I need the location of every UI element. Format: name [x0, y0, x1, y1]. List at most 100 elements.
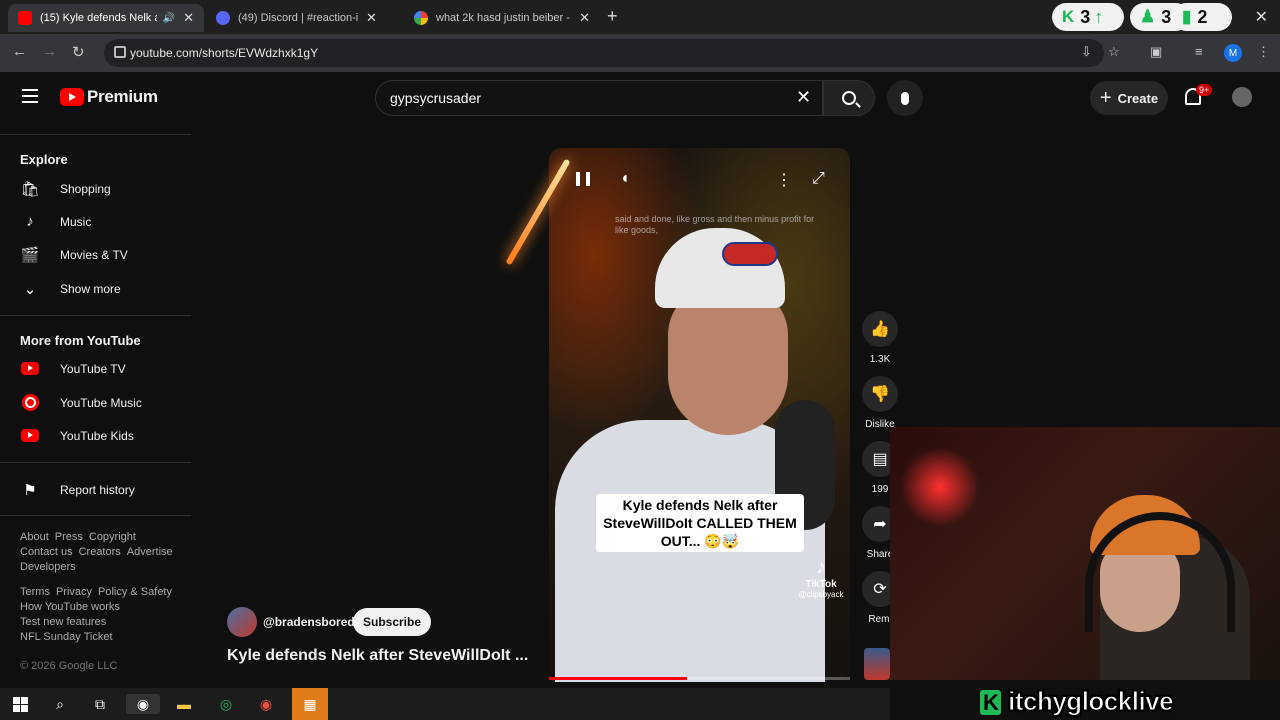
speaker-icon[interactable]: 🔊 [163, 13, 175, 24]
footer-link-advertise[interactable]: Advertise [127, 546, 173, 558]
sidebar-item-show-more[interactable]: ⌄ Show more [0, 272, 192, 305]
new-tab-button[interactable]: + [607, 6, 618, 27]
pill-value: 2 [1197, 6, 1208, 27]
tab-discord[interactable]: (49) Discord | #reaction-itchy | ✕ [206, 4, 402, 32]
footer-link-terms[interactable]: Terms [20, 586, 50, 598]
bar-chart-icon: ▮ [1182, 7, 1192, 26]
back-arrow-icon[interactable]: ← [12, 43, 27, 60]
voice-search-button[interactable] [887, 80, 923, 116]
sidebar-item-youtube-music[interactable]: YouTube Music [0, 386, 192, 419]
profile-avatar[interactable]: M [1224, 44, 1242, 62]
bookmark-star-icon[interactable]: ☆ [1108, 44, 1120, 60]
url-input[interactable]: youtube.com/shorts/EVWdzhxk1gY [104, 39, 1104, 67]
reload-icon[interactable]: ↻ [72, 43, 85, 61]
tab-title: (49) Discord | #reaction-itchy | [238, 12, 358, 24]
sidebar-item-movies-tv[interactable]: 🎬 Movies & TV [0, 238, 192, 271]
hamburger-menu-icon[interactable] [22, 89, 38, 103]
footer-link-about[interactable]: About [20, 531, 49, 543]
footer-link-press[interactable]: Press [55, 531, 83, 543]
like-count: 1.3K [869, 354, 891, 365]
volume-icon[interactable]: ◖ [620, 170, 630, 188]
footer-links: Contact us Creators Advertise [20, 546, 179, 558]
sidebar-item-label: Shopping [60, 181, 111, 196]
footer-link-contact[interactable]: Contact us [20, 546, 73, 558]
kick-logo-icon: K [980, 690, 1002, 715]
plus-icon: + [1099, 86, 1112, 109]
task-view-icon[interactable]: ⧉ [90, 694, 110, 714]
install-icon[interactable]: ⇩ [1081, 44, 1092, 60]
windows-start-icon[interactable] [10, 694, 30, 714]
create-button[interactable]: + Create [1090, 81, 1168, 115]
footer-link-nfl[interactable]: NFL Sunday Ticket [20, 631, 113, 643]
search-input[interactable]: gypsycrusader [375, 80, 823, 116]
comment-icon: ▤ [872, 451, 888, 468]
arrow-up-icon: ↑ [1094, 6, 1104, 27]
subtitle-text: said and done, like gross and then minus… [615, 214, 815, 235]
obs-icon[interactable]: ◉ [256, 694, 276, 714]
footer-link-test-features[interactable]: Test new features [20, 616, 106, 628]
footer-link-creators[interactable]: Creators [79, 546, 121, 558]
share-arrow-icon: ➦ [873, 516, 887, 533]
dislike-button[interactable]: 👎 [862, 376, 898, 412]
video-progress-bar[interactable] [549, 677, 850, 680]
footer-link-copyright[interactable]: Copyright [89, 531, 136, 543]
window-close-icon[interactable]: ✕ [1255, 7, 1268, 27]
more-options-icon[interactable]: ⋮ [776, 170, 792, 190]
close-tab-icon[interactable]: ✕ [183, 10, 194, 26]
site-info-icon[interactable] [114, 46, 126, 58]
sidebar-item-youtube-tv[interactable]: YouTube TV [0, 352, 192, 385]
pill-value: 3 [1080, 6, 1091, 27]
search-button[interactable] [823, 80, 875, 116]
tab-youtube[interactable]: (15) Kyle defends Nelk after 🔊 ✕ [8, 4, 204, 32]
sound-thumbnail[interactable] [864, 648, 890, 680]
youtube-logo[interactable]: Premium [60, 87, 158, 107]
sidebar: Explore 🛍 Shopping ♪ Music 🎬 Movies & TV… [0, 122, 192, 682]
short-title[interactable]: Kyle defends Nelk after SteveWillDoIt ..… [227, 647, 528, 665]
viewers-counter-pill: ▮ 2 [1172, 3, 1232, 31]
tiktok-name: TikTok [805, 579, 837, 590]
channel-avatar[interactable] [227, 607, 257, 637]
chrome-icon[interactable]: ◉ [126, 694, 160, 714]
address-bar: ← → ↻ youtube.com/shorts/EVWdzhxk1gY ⇩ ☆… [0, 34, 1280, 72]
screen: (15) Kyle defends Nelk after 🔊 ✕ (49) Di… [0, 0, 1280, 720]
footer-link-privacy[interactable]: Privacy [56, 586, 92, 598]
sidebar-item-label: Report history [60, 482, 135, 497]
extensions-icon[interactable]: ▣ [1150, 44, 1162, 60]
sidebar-item-youtube-kids[interactable]: YouTube Kids [0, 419, 192, 452]
file-explorer-icon[interactable]: ▬ [174, 694, 194, 714]
spotify-icon[interactable]: ◎ [216, 694, 236, 714]
close-tab-icon[interactable]: ✕ [579, 10, 590, 26]
sidebar-item-shopping[interactable]: 🛍 Shopping [0, 172, 192, 205]
chevron-down-icon: ⌄ [23, 280, 37, 298]
sidebar-item-music[interactable]: ♪ Music [0, 205, 192, 238]
minecraft-icon[interactable]: ▦ [292, 688, 328, 720]
footer-link-policy[interactable]: Policy & Safety [98, 586, 172, 598]
sidebar-item-label: YouTube Music [60, 395, 142, 410]
fullscreen-icon[interactable]: ⤢ [812, 170, 825, 188]
youtube-tv-icon [20, 359, 40, 379]
account-avatar[interactable] [1232, 87, 1252, 107]
youtube-header: Premium gypsycrusader ✕ + Create 9+ [0, 72, 1280, 122]
url-text: youtube.com/shorts/EVWdzhxk1gY [130, 46, 319, 60]
cap-logo [722, 242, 778, 266]
like-button[interactable]: 👍 [862, 311, 898, 347]
footer-link-how-youtube-works[interactable]: How YouTube works [20, 601, 120, 613]
forward-arrow-icon[interactable]: → [42, 43, 57, 60]
search-icon[interactable]: ⌕ [50, 694, 70, 714]
video-caption: Kyle defends Nelk after SteveWillDoIt CA… [596, 494, 804, 552]
pause-icon[interactable] [576, 172, 590, 186]
clear-search-icon[interactable]: ✕ [796, 87, 811, 108]
browser-menu-icon[interactable]: ⋮ [1257, 44, 1270, 60]
tab-google[interactable]: what 2k hasd justin beiber - Go ✕ [404, 4, 600, 32]
sidebar-item-label: Music [60, 214, 92, 229]
close-tab-icon[interactable]: ✕ [366, 10, 377, 26]
channel-name[interactable]: @bradensbored [263, 615, 355, 629]
sidebar-item-report-history[interactable]: ⚑ Report history [0, 473, 192, 506]
subscribe-button[interactable]: Subscribe [353, 608, 431, 636]
footer-links: Terms Privacy Policy & Safety [20, 586, 178, 598]
brand-name: Premium [87, 87, 158, 106]
create-label: Create [1117, 90, 1159, 106]
footer-link-developers[interactable]: Developers [20, 561, 76, 573]
reading-list-icon[interactable]: ≡ [1195, 44, 1203, 59]
flag-icon: ⚑ [23, 481, 37, 499]
